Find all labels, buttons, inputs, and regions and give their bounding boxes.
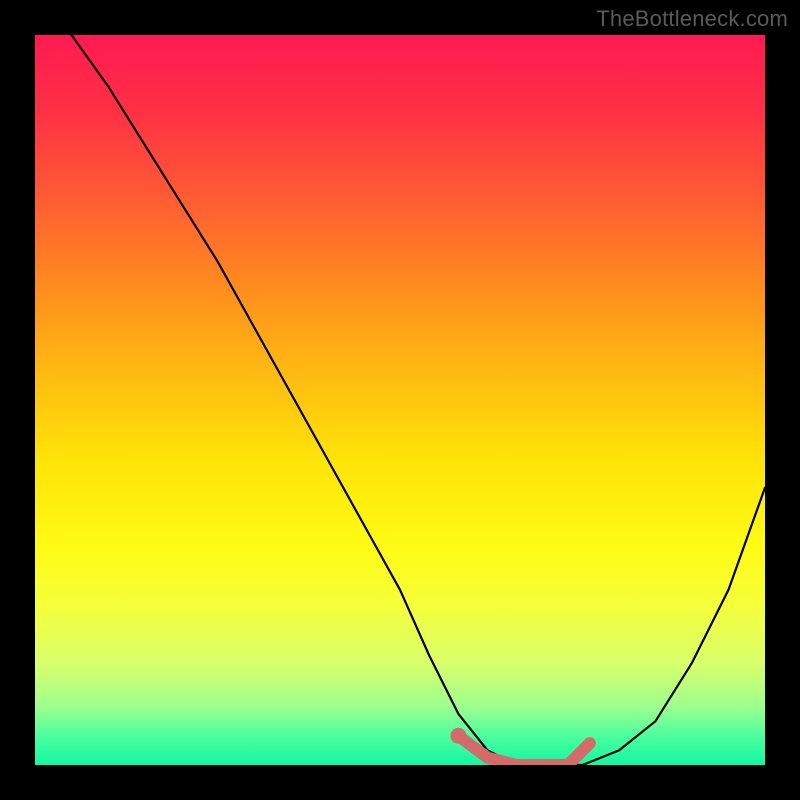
plot-area xyxy=(35,35,765,765)
watermark-text: TheBottleneck.com xyxy=(596,6,788,32)
highlight-dot xyxy=(450,728,466,744)
main-curve xyxy=(72,35,766,765)
chart-stage: TheBottleneck.com xyxy=(0,0,800,800)
chart-svg xyxy=(35,35,765,765)
